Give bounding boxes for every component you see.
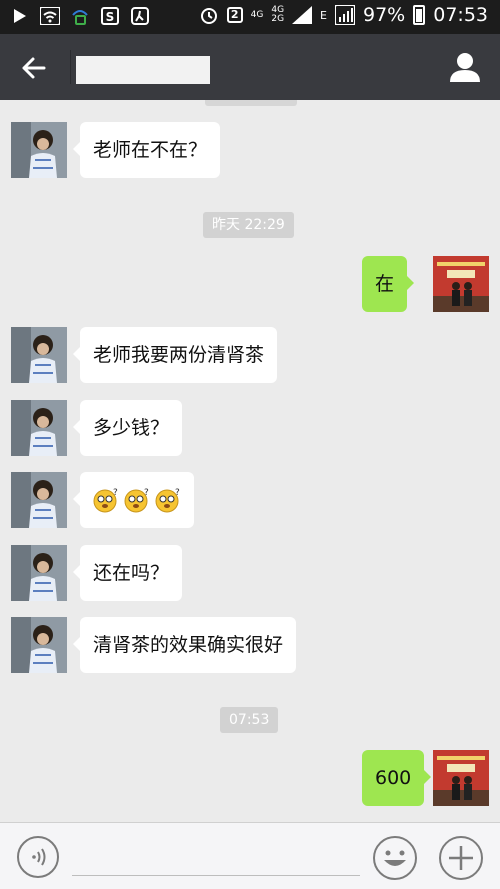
contact-avatar[interactable] xyxy=(11,545,67,601)
svg-text:S: S xyxy=(106,10,115,24)
voice-icon xyxy=(17,836,59,878)
lock-wifi-icon xyxy=(70,6,90,26)
incoming-message-bubble[interactable]: 老师在不在？ xyxy=(72,122,221,178)
emoji-button[interactable] xyxy=(372,835,418,881)
walk-icon xyxy=(130,6,150,26)
signal-icon xyxy=(292,5,313,25)
incoming-message-bubble[interactable]: 多少钱？ xyxy=(72,400,183,456)
network-4g-indicator: 4G xyxy=(250,9,264,20)
back-button[interactable] xyxy=(18,52,50,84)
message-list[interactable]: 老师在不在？ 昨天 22:29 在 老师我要两份清肾茶 多少钱？ ? ? ? 还… xyxy=(0,100,500,822)
dizzy-face-icon: ? xyxy=(155,488,180,513)
my-avatar[interactable] xyxy=(433,256,489,312)
profile-button[interactable] xyxy=(448,50,482,84)
message-timestamp: 昨天 22:29 xyxy=(203,212,294,238)
network-dual-indicator: 4G 2G xyxy=(271,5,285,24)
sim-badge: 2 xyxy=(226,7,243,23)
contact-avatar[interactable] xyxy=(11,617,67,673)
app-s-icon: S xyxy=(100,6,120,26)
clock: 07:53 xyxy=(433,4,488,26)
more-button[interactable] xyxy=(438,835,484,881)
message-input[interactable] xyxy=(72,875,360,876)
dizzy-face-icon: ? xyxy=(93,488,118,513)
alarm-icon xyxy=(199,5,219,25)
emoji-icon xyxy=(373,836,417,880)
my-avatar[interactable] xyxy=(433,750,489,806)
contact-avatar[interactable] xyxy=(11,327,67,383)
battery-percent: 97% xyxy=(363,4,406,26)
wifi-icon xyxy=(40,6,60,26)
dizzy-face-icon: ? xyxy=(124,488,149,513)
contact-avatar[interactable] xyxy=(11,122,67,178)
status-bar: S 2 4G 4G 2G E 97% 07:53 xyxy=(0,0,500,34)
contact-avatar[interactable] xyxy=(11,400,67,456)
contact-avatar[interactable] xyxy=(11,472,67,528)
data-type-label: E xyxy=(320,8,327,22)
chat-title xyxy=(76,56,210,84)
svg-text:?: ? xyxy=(175,488,180,498)
arrow-left-icon xyxy=(22,57,46,79)
svg-text:?: ? xyxy=(113,488,118,498)
outgoing-message-bubble[interactable]: 在 xyxy=(362,256,415,312)
incoming-message-bubble[interactable]: 老师我要两份清肾茶 xyxy=(72,327,278,383)
incoming-message-bubble[interactable]: 清肾茶的效果确实很好 xyxy=(72,617,297,673)
input-bar xyxy=(0,822,500,889)
signal-bars-icon xyxy=(335,5,355,25)
person-icon xyxy=(450,53,480,82)
battery-icon xyxy=(413,5,426,25)
previous-message-stub xyxy=(205,100,297,106)
svg-text:?: ? xyxy=(144,488,149,498)
outgoing-message-bubble[interactable]: 600 xyxy=(362,750,432,806)
plus-icon xyxy=(439,836,483,880)
header-divider xyxy=(70,50,71,84)
chat-header xyxy=(0,34,500,100)
incoming-message-bubble[interactable]: ? ? ? xyxy=(73,472,194,528)
incoming-message-bubble[interactable]: 还在吗？ xyxy=(72,545,183,601)
voice-button[interactable] xyxy=(16,835,60,879)
message-timestamp: 07:53 xyxy=(220,707,279,733)
play-icon xyxy=(10,6,30,26)
